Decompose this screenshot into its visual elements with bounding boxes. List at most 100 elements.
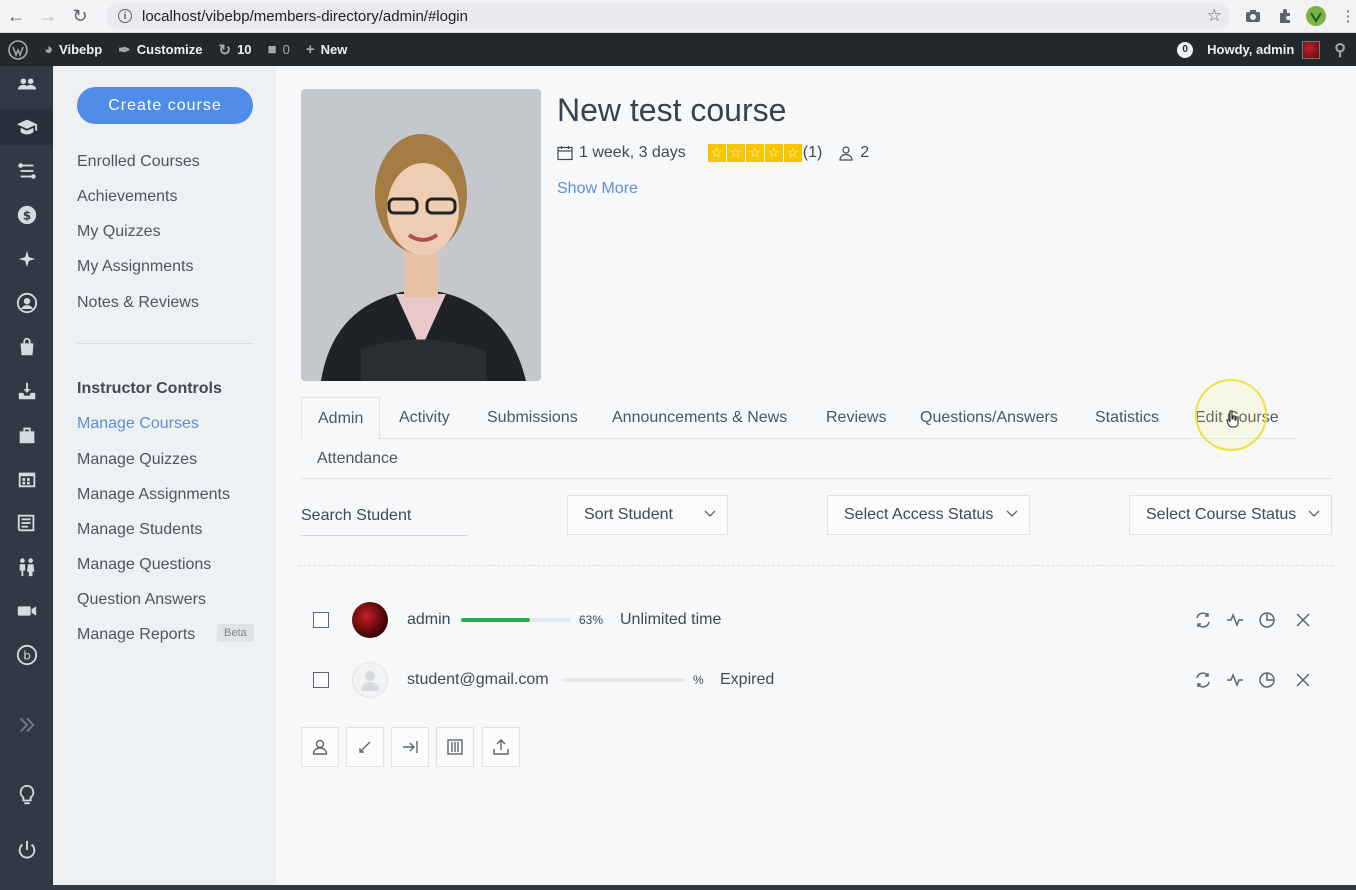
show-more-link[interactable]: Show More: [557, 180, 638, 198]
tab-attendance[interactable]: Attendance: [317, 450, 398, 468]
course-duration: 1 week, 3 days: [579, 144, 686, 161]
sidebar-item-manage-questions[interactable]: Manage Questions: [77, 556, 211, 574]
instructor-controls-heading: Instructor Controls: [77, 380, 222, 397]
star-icon: ☆: [726, 144, 745, 162]
export-button[interactable]: [482, 727, 520, 767]
back-arrow-icon[interactable]: ←: [0, 0, 32, 33]
svg-text:b: b: [23, 649, 31, 663]
site-name-link[interactable]: ◕ Vibebp: [36, 33, 110, 66]
sidebar-item-my-assignments[interactable]: My Assignments: [77, 258, 193, 276]
sidebar-item-my-quizzes[interactable]: My Quizzes: [77, 223, 161, 241]
reset-course-icon[interactable]: [1193, 610, 1213, 630]
address-bar[interactable]: i localhost/vibebp/members-directory/adm…: [106, 3, 1230, 29]
reload-icon[interactable]: ↻: [64, 0, 96, 33]
site-info-icon[interactable]: i: [118, 9, 132, 23]
sidebar-item-question-answers[interactable]: Question Answers: [77, 591, 206, 609]
sidebar-item-manage-assignments[interactable]: Manage Assignments: [77, 486, 230, 504]
video-camera-icon[interactable]: [0, 593, 53, 629]
updates-link[interactable]: ↻ 10: [210, 33, 259, 66]
profile-circle-icon[interactable]: [0, 285, 53, 321]
sidebar-item-enrolled-courses[interactable]: Enrolled Courses: [77, 153, 200, 171]
student-checkbox[interactable]: [313, 672, 329, 688]
avatar: [352, 662, 388, 698]
wp-logo-icon[interactable]: [0, 33, 36, 66]
camera-icon[interactable]: [1243, 6, 1263, 26]
shopping-bag-icon[interactable]: [0, 329, 53, 365]
change-status-button[interactable]: [436, 727, 474, 767]
sidebar-item-manage-reports[interactable]: Manage Reports: [77, 626, 195, 644]
tab-statistics[interactable]: Statistics: [1095, 397, 1159, 439]
power-icon[interactable]: [0, 832, 53, 868]
notifications-badge[interactable]: 0: [1177, 41, 1194, 58]
howdy-label[interactable]: Howdy, admin: [1207, 42, 1294, 57]
bookmark-star-icon[interactable]: ☆: [1207, 6, 1222, 26]
comments-link[interactable]: ■ 0: [260, 33, 298, 66]
upload-icon: [493, 739, 509, 755]
sidebar-item-achievements[interactable]: Achievements: [77, 188, 178, 206]
tab-reviews[interactable]: Reviews: [826, 397, 886, 439]
tab-submissions[interactable]: Submissions: [487, 397, 578, 439]
tab-admin[interactable]: Admin: [301, 397, 381, 440]
briefcase-icon[interactable]: [0, 417, 53, 453]
forward-arrow-icon[interactable]: →: [32, 0, 64, 33]
activity-pulse-icon[interactable]: [1225, 610, 1245, 630]
remove-student-icon[interactable]: [1293, 610, 1313, 630]
sidebar-item-notes-reviews[interactable]: Notes & Reviews: [77, 294, 199, 312]
course-admin-tabs: Admin Activity Submissions Announcements…: [301, 397, 1296, 440]
course-status-select[interactable]: Select Course Status: [1129, 495, 1332, 535]
add-student-button[interactable]: [301, 727, 339, 767]
tab-announcements-news[interactable]: Announcements & News: [612, 397, 787, 439]
svg-text:$: $: [22, 209, 30, 223]
reset-course-icon[interactable]: [1193, 670, 1213, 690]
star-icon: ☆: [764, 144, 783, 162]
graduation-cap-icon[interactable]: [0, 109, 53, 145]
customize-link[interactable]: ✒ Customize: [110, 33, 210, 66]
inbox-download-icon[interactable]: [0, 373, 53, 409]
search-icon[interactable]: ⚲: [1334, 40, 1346, 60]
updates-count: 10: [237, 42, 252, 57]
progress-fill: [461, 618, 531, 622]
course-sidebar: Create course Enrolled Courses Achieveme…: [53, 66, 276, 886]
dollar-icon[interactable]: $: [0, 197, 53, 233]
search-student-input[interactable]: [301, 496, 468, 536]
avatar: [352, 602, 388, 638]
activity-pulse-icon[interactable]: [1225, 670, 1245, 690]
course-meta: 1 week, 3 days ☆ ☆ ☆ ☆ ☆ (1) 2: [557, 144, 869, 162]
chevron-down-icon: [1006, 510, 1018, 517]
buddypress-icon[interactable]: b: [0, 637, 53, 673]
sidebar-item-manage-courses[interactable]: Manage Courses: [77, 415, 199, 433]
calendar-icon[interactable]: [0, 461, 53, 497]
student-checkbox[interactable]: [313, 612, 329, 628]
family-icon[interactable]: [0, 549, 53, 585]
sort-student-label: Sort Student: [584, 506, 673, 523]
sidebar-item-manage-quizzes[interactable]: Manage Quizzes: [77, 451, 197, 469]
tab-questions-answers[interactable]: Questions/Answers: [920, 397, 1058, 439]
student-name[interactable]: student@gmail.com: [407, 671, 549, 689]
chevron-down-icon: [704, 510, 716, 517]
stats-pie-icon[interactable]: [1257, 610, 1277, 630]
sparkle-icon[interactable]: [0, 241, 53, 277]
stats-pie-icon[interactable]: [1257, 670, 1277, 690]
extend-access-button[interactable]: [391, 727, 429, 767]
create-course-button[interactable]: Create course: [77, 87, 253, 124]
remove-student-icon[interactable]: [1293, 670, 1313, 690]
extensions-puzzle-icon[interactable]: [1275, 6, 1295, 26]
admin-avatar[interactable]: [1302, 40, 1321, 59]
new-content-link[interactable]: + New: [298, 33, 356, 66]
lightbulb-icon[interactable]: [0, 777, 53, 813]
sort-student-select[interactable]: Sort Student: [567, 495, 728, 535]
route-icon[interactable]: [0, 153, 53, 189]
sidebar-item-manage-students[interactable]: Manage Students: [77, 521, 202, 539]
tab-activity[interactable]: Activity: [399, 397, 450, 439]
rating-stars: ☆ ☆ ☆ ☆ ☆: [707, 144, 803, 162]
newspaper-icon[interactable]: [0, 505, 53, 541]
assign-badge-button[interactable]: [346, 727, 384, 767]
progress-bar: [461, 618, 571, 622]
student-name[interactable]: admin: [407, 611, 451, 629]
profile-avatar-icon[interactable]: [1306, 6, 1326, 26]
members-icon[interactable]: [0, 66, 53, 102]
browser-menu-icon[interactable]: ⋮: [1338, 6, 1356, 26]
expand-chevrons-icon[interactable]: [0, 707, 53, 743]
comments-count: 0: [282, 42, 290, 57]
access-status-select[interactable]: Select Access Status: [827, 495, 1030, 535]
